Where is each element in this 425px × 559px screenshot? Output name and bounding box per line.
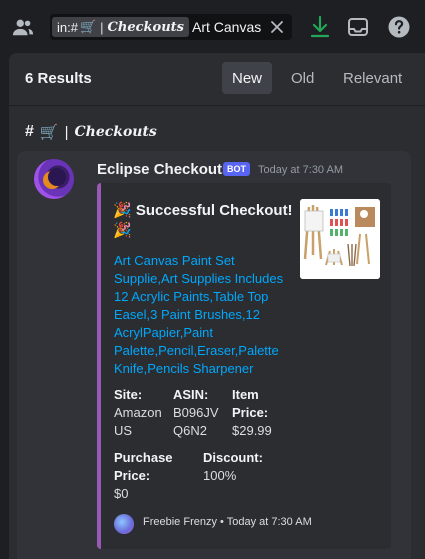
field-site-value: Amazon US — [114, 405, 162, 438]
field-discount-name: Discount: — [203, 450, 263, 465]
field-item-price: Item Price: $29.99 — [232, 386, 286, 440]
top-bar: in: # 🛒 | 𝑪𝒉𝒆𝒄𝒌𝒐𝒖𝒕𝒔 Art Canvas — [0, 0, 425, 53]
search-results-panel: 6 Results New Old Relevant # 🛒 | 𝑪𝒉𝒆𝒄𝒌𝒐𝒖… — [9, 53, 425, 559]
chip-channel-name: 𝑪𝒉𝒆𝒄𝒌𝒐𝒖𝒕𝒔 — [107, 19, 184, 35]
cart-emoji-icon: 🛒 — [39, 124, 59, 141]
field-site: Site: Amazon US — [114, 386, 170, 440]
help-icon[interactable] — [387, 15, 411, 39]
field-asin-name: ASIN: — [173, 387, 209, 402]
results-count: 6 Results — [25, 70, 92, 87]
field-purchase-price: Purchase Price: $0 — [114, 449, 184, 503]
chip-hash: # — [70, 19, 78, 35]
field-item-price-value: $29.99 — [232, 423, 272, 438]
people-icon[interactable] — [12, 16, 34, 38]
close-icon[interactable] — [268, 18, 286, 36]
field-site-name: Site: — [114, 387, 143, 402]
sort-tab-relevant[interactable]: Relevant — [333, 62, 412, 94]
field-discount: Discount: 100% — [203, 449, 283, 485]
search-input[interactable]: in: # 🛒 | 𝑪𝒉𝒆𝒄𝒌𝒐𝒖𝒕𝒔 Art Canvas — [50, 14, 292, 40]
search-channel-chip[interactable]: in: # 🛒 | 𝑪𝒉𝒆𝒄𝒌𝒐𝒖𝒕𝒔 — [52, 17, 189, 37]
message-author[interactable]: Eclipse Checkouts — [97, 161, 230, 178]
field-asin: ASIN: B096JV Q6N2 — [173, 386, 227, 440]
sort-tab-new[interactable]: New — [222, 62, 273, 94]
field-purchase-price-value: $0 — [114, 486, 129, 501]
download-icon[interactable] — [309, 15, 331, 39]
field-asin-value: B096JV Q6N2 — [173, 405, 219, 438]
inbox-icon[interactable] — [347, 16, 369, 38]
field-discount-value: 100% — [203, 468, 237, 483]
chip-separator: | — [100, 19, 104, 35]
results-header: 6 Results New Old Relevant — [9, 53, 425, 106]
bot-badge: BOT — [223, 162, 250, 176]
field-item-price-name: Item Price: — [232, 387, 269, 420]
chip-prefix: in: — [57, 19, 71, 35]
avatar[interactable] — [34, 159, 74, 199]
channel-separator: | — [64, 123, 69, 141]
sort-tab-old[interactable]: Old — [281, 62, 324, 94]
message-embed: 🎉 Successful Checkout! 🎉 Art Canvas Pain… — [97, 183, 391, 549]
embed-footer: Freebie Frenzy • Today at 7:30 AM — [143, 516, 312, 528]
embed-title: 🎉 Successful Checkout! 🎉 — [113, 202, 293, 239]
product-image-icon — [300, 199, 380, 279]
cart-emoji-icon: 🛒 — [79, 19, 97, 34]
product-thumbnail[interactable] — [300, 199, 380, 279]
field-purchase-price-name: Purchase Price: — [114, 450, 173, 483]
hash-icon: # — [25, 123, 34, 140]
embed-product-link[interactable]: Art Canvas Paint Set Supplie,Art Supplie… — [114, 252, 290, 378]
footer-avatar-icon — [114, 514, 134, 534]
message-timestamp: Today at 7:30 AM — [258, 164, 343, 176]
channel-name: 𝑪𝒉𝒆𝒄𝒌𝒐𝒖𝒕𝒔 — [74, 124, 157, 140]
search-query: Art Canvas — [192, 19, 262, 35]
channel-header[interactable]: # 🛒 | 𝑪𝒉𝒆𝒄𝒌𝒐𝒖𝒕𝒔 — [25, 123, 157, 141]
